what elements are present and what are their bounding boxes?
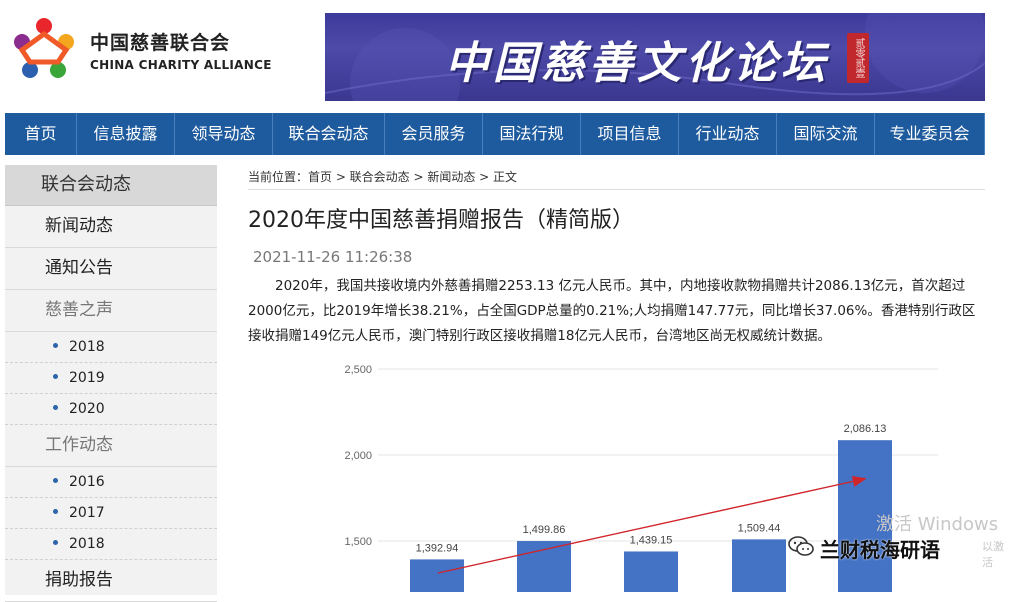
bar xyxy=(517,541,571,592)
activate-windows-watermark: 激活 Windows xyxy=(876,514,999,535)
bullet-icon xyxy=(53,373,58,379)
sidebar-subitem-label: 2018 xyxy=(69,536,105,552)
y-tick-label: 1,500 xyxy=(344,536,372,548)
main-nav: 首页 信息披露 领导动态 联合会动态 会员服务 国法行规 项目信息 行业动态 国际交流 专业委员会 xyxy=(5,113,985,155)
bar-value-label: 1,509.44 xyxy=(738,522,781,534)
nav-item[interactable]: 国际交流 xyxy=(777,113,875,155)
bullet-icon xyxy=(53,404,58,410)
sidebar-subitem-label: 2016 xyxy=(69,474,105,490)
bar-value-label: 1,499.86 xyxy=(523,524,566,536)
sidebar-list: 新闻动态 通知公告 慈善之声 2018 2019 2020 工作动态 2016 2017 2018… xyxy=(5,206,217,602)
bar xyxy=(410,559,464,592)
article-paragraph: 2020年，我国共接收境内外慈善捐赠2253.13 亿元人民币。其中，内地接收款… xyxy=(248,278,976,344)
site-header: 中国慈善联合会 CHINA CHARITY ALLIANCE 中国慈善文化论坛 … xyxy=(0,0,1014,112)
org-name-cn: 中国慈善联合会 xyxy=(90,32,231,54)
sidebar-subitem-label: 2020 xyxy=(69,401,105,417)
sidebar-item[interactable]: 慈善之声 xyxy=(5,290,217,332)
sidebar-subitem[interactable]: 2016 xyxy=(5,467,217,498)
org-name-en: CHINA CHARITY ALLIANCE xyxy=(90,58,272,72)
nav-item[interactable]: 专业委员会 xyxy=(875,113,985,155)
y-tick-label: 2,500 xyxy=(344,364,372,376)
wechat-label: 兰财税海研语 xyxy=(820,537,940,562)
article-main: 当前位置：首页 > 联合会动态 > 新闻动态 > 正文 2020年度中国慈善捐赠… xyxy=(248,165,985,349)
sidebar-subitem[interactable]: 2018 xyxy=(5,332,217,363)
sidebar-subitem[interactable]: 2019 xyxy=(5,363,217,394)
nav-item[interactable]: 国法行规 xyxy=(483,113,581,155)
banner-title: 中国慈善文化论坛 xyxy=(445,38,829,89)
sidebar-heading: 联合会动态 xyxy=(5,165,217,206)
bar-value-label: 1,439.15 xyxy=(630,534,673,546)
bullet-icon xyxy=(53,508,58,514)
nav-item[interactable]: 联合会动态 xyxy=(273,113,385,155)
article-date: 2021-11-26 11:26:38 xyxy=(253,248,413,266)
bullet-icon xyxy=(53,342,58,348)
sidebar-item[interactable]: 新闻动态 xyxy=(5,206,217,248)
sidebar-subitem-label: 2019 xyxy=(69,370,105,386)
article-title: 2020年度中国慈善捐赠报告（精简版） xyxy=(248,208,634,233)
sidebar-subitem-label: 2017 xyxy=(69,505,105,521)
bar-value-label: 2,086.13 xyxy=(844,423,887,435)
sidebar-subitem-label: 2018 xyxy=(69,339,105,355)
sidebar-item[interactable]: 通知公告 xyxy=(5,248,217,290)
nav-item[interactable]: 信息披露 xyxy=(77,113,175,155)
forum-banner[interactable]: 中国慈善文化论坛 贰零贰壹 xyxy=(325,13,985,101)
bullet-icon xyxy=(53,539,58,545)
nav-item[interactable]: 项目信息 xyxy=(581,113,679,155)
nav-item[interactable]: 行业动态 xyxy=(679,113,777,155)
sidebar-subitem[interactable]: 2020 xyxy=(5,394,217,425)
bar xyxy=(624,551,678,592)
sidebar: 联合会动态 新闻动态 通知公告 慈善之声 2018 2019 2020 工作动态 2016 20… xyxy=(5,165,217,602)
banner-seal: 贰零贰壹 xyxy=(847,33,869,83)
nav-item[interactable]: 领导动态 xyxy=(175,113,273,155)
sidebar-item[interactable]: 工作动态 xyxy=(5,425,217,467)
activate-windows-sub: 以激活 xyxy=(982,540,1004,569)
bar-value-label: 1,392.94 xyxy=(416,542,459,554)
nav-item[interactable]: 首页 xyxy=(5,113,77,155)
sidebar-subitem[interactable]: 2018 xyxy=(5,529,217,560)
wechat-account: 兰财税海研语 xyxy=(788,535,940,562)
charity-logo[interactable] xyxy=(12,14,76,84)
y-tick-label: 2,000 xyxy=(344,450,372,462)
bullet-icon xyxy=(53,477,58,483)
bar xyxy=(732,539,786,592)
sidebar-item[interactable]: 捐助报告 xyxy=(5,560,217,602)
nav-item[interactable]: 会员服务 xyxy=(385,113,483,155)
sidebar-subitem[interactable]: 2017 xyxy=(5,498,217,529)
breadcrumb: 当前位置：首页 > 联合会动态 > 新闻动态 > 正文 xyxy=(248,165,985,190)
wechat-icon xyxy=(788,535,814,561)
